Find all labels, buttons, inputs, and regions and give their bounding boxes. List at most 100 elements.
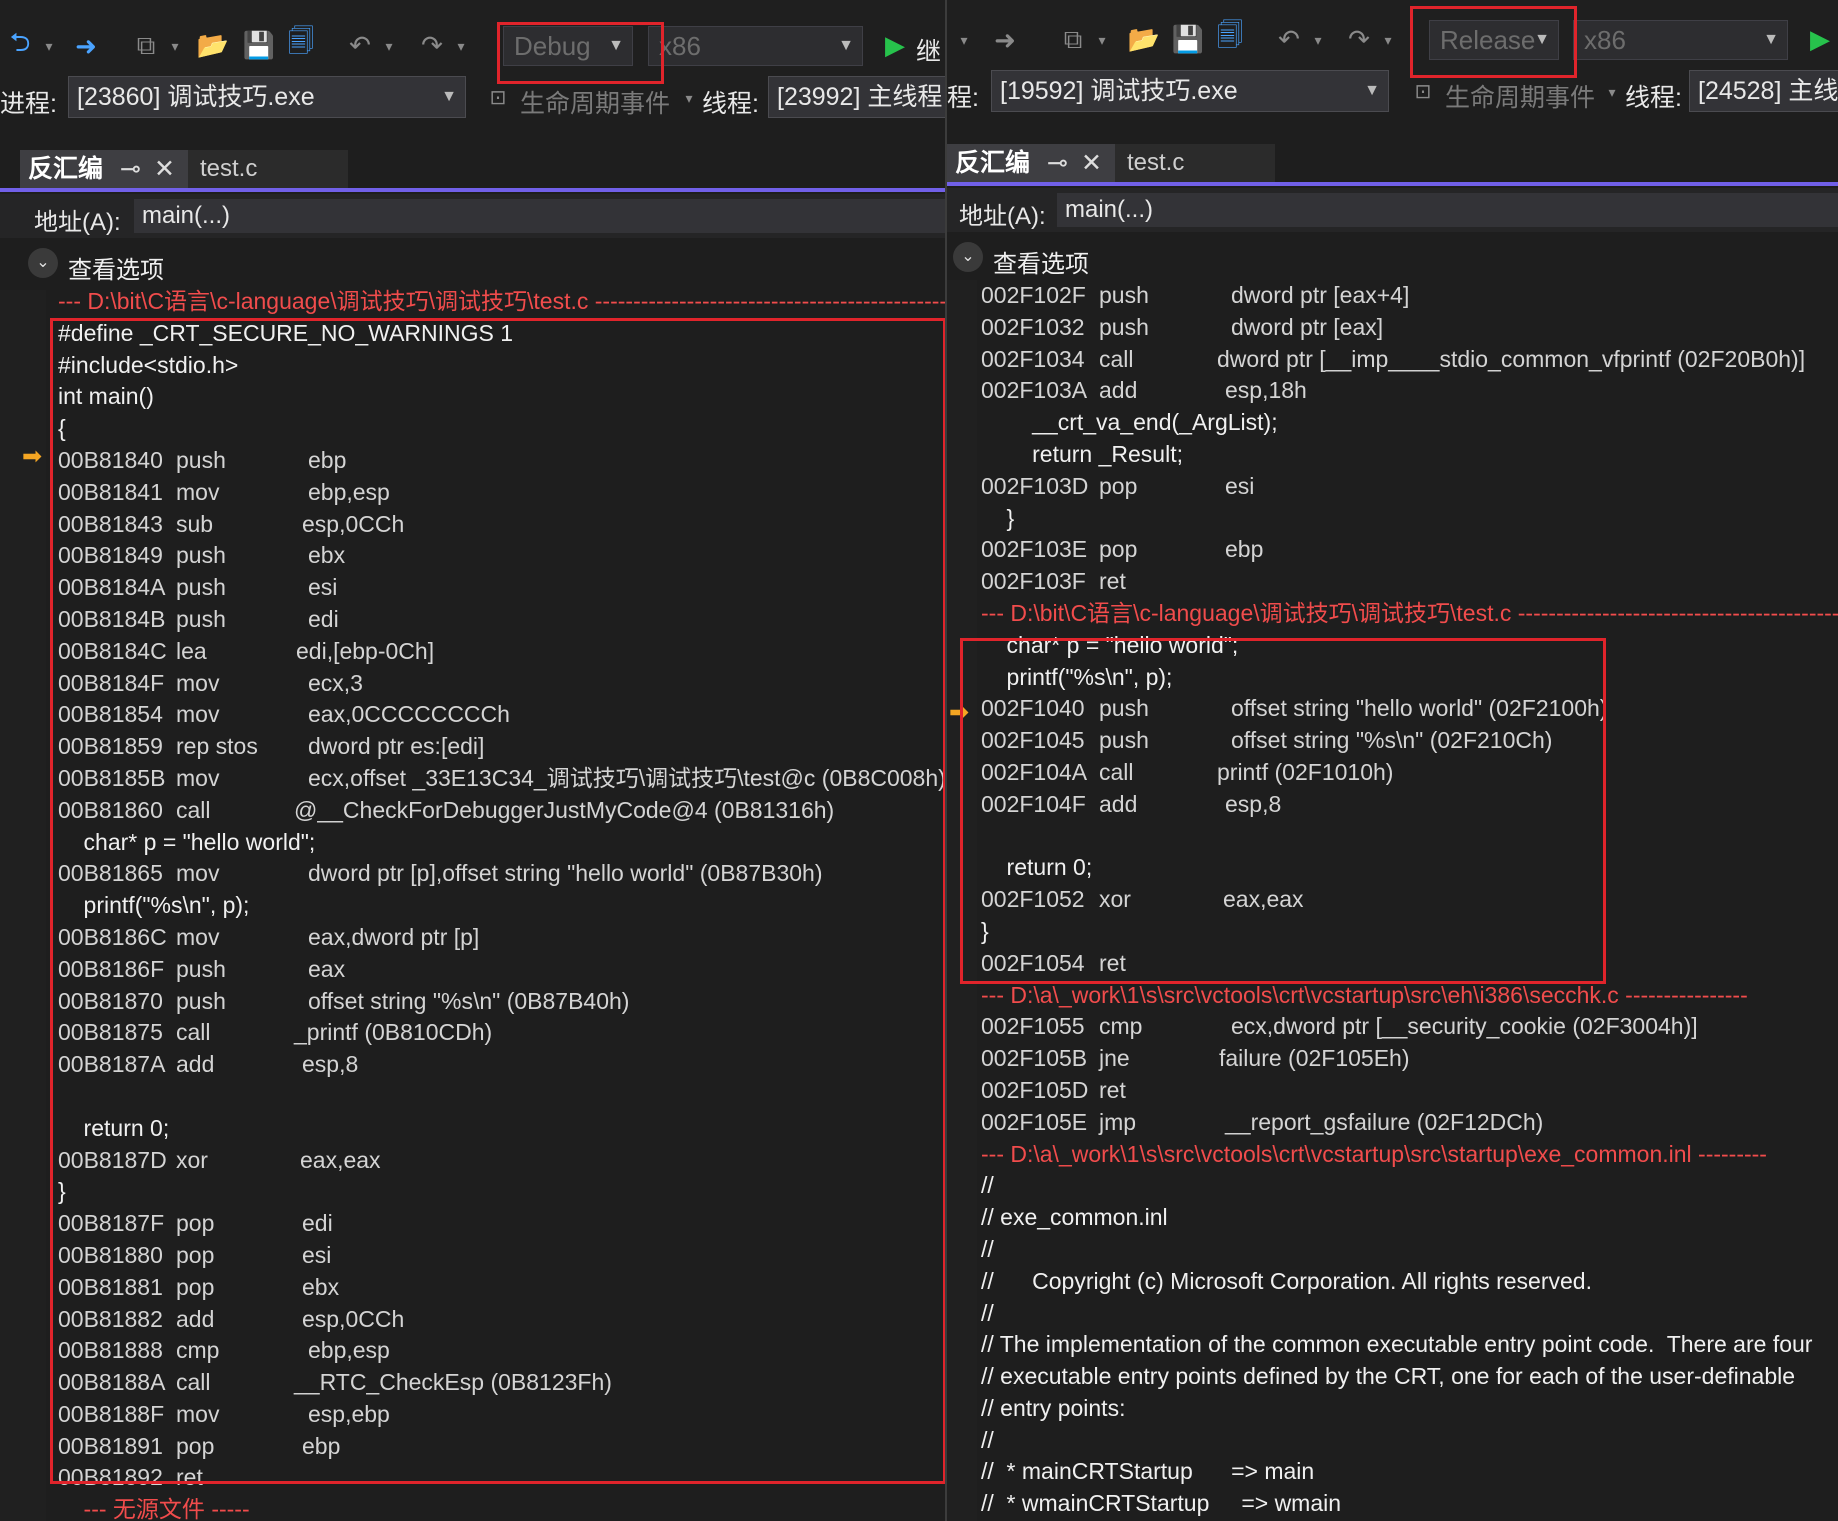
tab-test-c[interactable]: test.c bbox=[188, 150, 348, 188]
lifecycle-events-label[interactable]: 生命周期事件 bbox=[1445, 78, 1595, 114]
instruction-mnemonic: mov bbox=[176, 764, 220, 791]
instruction-operands: dword ptr [eax] bbox=[1231, 313, 1384, 340]
instruction-mnemonic: add bbox=[176, 1305, 215, 1332]
undo-dropdown-icon[interactable]: ▾ bbox=[1309, 26, 1327, 54]
thread-dropdown[interactable]: [23992] 主线程 bbox=[768, 76, 945, 118]
asm-line: 002F103F ret bbox=[981, 566, 1838, 598]
source-text: } bbox=[58, 1178, 66, 1205]
instruction-mnemonic: mov bbox=[176, 860, 220, 887]
open-folder-icon[interactable]: 📂 bbox=[1127, 22, 1161, 56]
new-project-dropdown-icon[interactable]: ▾ bbox=[1093, 26, 1111, 54]
source-line: // * mainCRTStartup => main bbox=[981, 1456, 1838, 1488]
save-all-icon[interactable]: 🗐 bbox=[284, 26, 318, 62]
source-text: // bbox=[981, 1426, 994, 1453]
instruction-operands: ecx,offset _33E13C34_调试技巧\调试技巧\test@c (0… bbox=[308, 764, 945, 791]
forward-icon[interactable]: ➜ bbox=[989, 24, 1021, 56]
solution-config-dropdown[interactable]: Debug ▼ bbox=[503, 26, 633, 66]
lifecycle-dropdown-icon[interactable]: ▾ bbox=[1603, 80, 1621, 104]
redo-dropdown-icon[interactable]: ▾ bbox=[452, 32, 470, 60]
instruction-operands: eax,0CCCCCCCCh bbox=[308, 701, 510, 728]
view-options-label[interactable]: 查看选项 bbox=[993, 244, 1089, 279]
process-dropdown[interactable]: [19592] 调试技巧.exe ▼ bbox=[991, 70, 1389, 112]
instruction-pointer-icon: ➡ bbox=[22, 443, 43, 470]
lifecycle-dropdown-icon[interactable]: ▾ bbox=[680, 86, 698, 110]
redo-dropdown-icon[interactable]: ▾ bbox=[1379, 26, 1397, 54]
instruction-operands: ebp,esp bbox=[308, 1337, 390, 1364]
asm-line: 002F1034 call dword ptr [__imp____stdio_co… bbox=[981, 344, 1838, 376]
forward-icon[interactable]: ➜ bbox=[70, 30, 102, 62]
source-line: __crt_va_end(_ArgList); bbox=[981, 407, 1838, 439]
close-icon[interactable]: ✕ bbox=[154, 150, 175, 188]
close-icon[interactable]: ✕ bbox=[1081, 144, 1102, 182]
asm-line: 00B81870 push offset string "%s\n" (0B87B4… bbox=[58, 986, 945, 1018]
platform-dropdown[interactable]: x86 ▼ bbox=[648, 26, 863, 66]
source-text: int main() bbox=[58, 383, 154, 410]
back-dropdown-icon[interactable]: ▾ bbox=[40, 32, 58, 60]
chevron-down-icon[interactable]: ⌄ bbox=[953, 242, 983, 272]
lifecycle-events-label[interactable]: 生命周期事件 bbox=[520, 84, 670, 120]
save-all-icon[interactable]: 🗐 bbox=[1213, 20, 1247, 56]
pin-icon[interactable]: ⊸ bbox=[1047, 144, 1068, 182]
instruction-mnemonic: call bbox=[176, 1019, 211, 1046]
asm-line: 002F104F add esp,8 bbox=[981, 789, 1838, 821]
asm-line: 002F103A add esp,18h bbox=[981, 375, 1838, 407]
new-project-dropdown-icon[interactable]: ▾ bbox=[166, 32, 184, 60]
lifecycle-events-icon[interactable]: ⊡ bbox=[484, 82, 512, 112]
asm-line: 00B8184B push edi bbox=[58, 604, 945, 636]
redo-icon[interactable]: ↷ bbox=[416, 28, 448, 62]
instruction-address: 00B8186C bbox=[58, 923, 167, 950]
asm-line: 00B81854 mov eax,0CCCCCCCCh bbox=[58, 699, 945, 731]
undo-dropdown-icon[interactable]: ▾ bbox=[380, 32, 398, 60]
redo-icon[interactable]: ↷ bbox=[1343, 22, 1375, 56]
solution-config-dropdown[interactable]: Release ▼ bbox=[1429, 20, 1559, 60]
pin-icon[interactable]: ⊸ bbox=[120, 150, 141, 188]
address-input[interactable]: main(...) bbox=[1057, 193, 1838, 227]
play-icon[interactable]: ▶ bbox=[1805, 22, 1835, 56]
back-dropdown-icon[interactable]: ▾ bbox=[955, 26, 973, 54]
process-value: [19592] 调试技巧.exe bbox=[1000, 77, 1238, 105]
new-project-icon[interactable]: ⧉ bbox=[1057, 24, 1089, 56]
chevron-down-icon: ▼ bbox=[608, 37, 624, 54]
instruction-address: 00B81875 bbox=[58, 1019, 163, 1046]
chevron-down-icon[interactable]: ⌄ bbox=[28, 248, 58, 278]
undo-icon[interactable]: ↶ bbox=[344, 28, 376, 62]
tab-disassembly[interactable]: 反汇编 ⊸ ✕ bbox=[947, 144, 1115, 182]
instruction-address: 00B8184C bbox=[58, 637, 167, 664]
thread-dropdown[interactable]: [24528] 主线 bbox=[1689, 70, 1838, 112]
tab-test-c[interactable]: test.c bbox=[1115, 144, 1275, 182]
instruction-address: 002F1032 bbox=[981, 313, 1085, 340]
new-project-icon[interactable]: ⧉ bbox=[130, 30, 162, 62]
save-icon[interactable]: 💾 bbox=[1171, 22, 1205, 56]
view-options-label[interactable]: 查看选项 bbox=[68, 250, 164, 285]
chevron-down-icon: ▼ bbox=[1364, 82, 1380, 99]
continue-button-label[interactable]: 继 bbox=[916, 32, 941, 68]
source-text: // executable entry points defined by th… bbox=[981, 1363, 1796, 1390]
address-label: 地址(A): bbox=[34, 209, 121, 236]
instruction-operands: esi bbox=[302, 1241, 332, 1268]
asm-line: 00B81840 push ebp bbox=[58, 445, 945, 477]
disassembly-code-view: 002F102F push dword ptr [eax+4] 002F1032 pus… bbox=[981, 280, 1838, 1520]
process-dropdown[interactable]: [23860] 调试技巧.exe ▼ bbox=[68, 76, 466, 118]
save-icon[interactable]: 💾 bbox=[242, 28, 276, 62]
source-file-separator: --- D:\a\_work\1\s\src\vctools\crt\vcsta… bbox=[981, 980, 1838, 1012]
platform-dropdown[interactable]: x86 ▼ bbox=[1573, 20, 1788, 60]
instruction-address: 00B81841 bbox=[58, 478, 163, 505]
tab-disassembly[interactable]: 反汇编 ⊸ ✕ bbox=[20, 150, 188, 188]
undo-icon[interactable]: ↶ bbox=[1273, 22, 1305, 56]
address-input[interactable]: main(...) bbox=[134, 199, 945, 233]
instruction-address: 002F1045 bbox=[981, 727, 1085, 754]
open-folder-icon[interactable]: 📂 bbox=[196, 28, 230, 62]
view-options: ⌄ 查看选项 bbox=[947, 238, 1838, 278]
source-line: printf("%s\n", p); bbox=[981, 662, 1838, 694]
instruction-mnemonic: ret bbox=[1099, 949, 1126, 976]
play-icon[interactable]: ▶ bbox=[880, 28, 910, 62]
asm-line: 00B8184A push esi bbox=[58, 572, 945, 604]
back-icon[interactable]: ⮌ bbox=[4, 27, 36, 62]
source-text: // bbox=[981, 1235, 994, 1262]
source-line: { bbox=[58, 413, 945, 445]
instruction-address: 00B81888 bbox=[58, 1337, 163, 1364]
instruction-mnemonic: sub bbox=[176, 510, 214, 537]
instruction-operands: esp,0CCh bbox=[302, 510, 405, 537]
asm-line: 002F102F push dword ptr [eax+4] bbox=[981, 280, 1838, 312]
lifecycle-events-icon[interactable]: ⊡ bbox=[1409, 76, 1437, 106]
